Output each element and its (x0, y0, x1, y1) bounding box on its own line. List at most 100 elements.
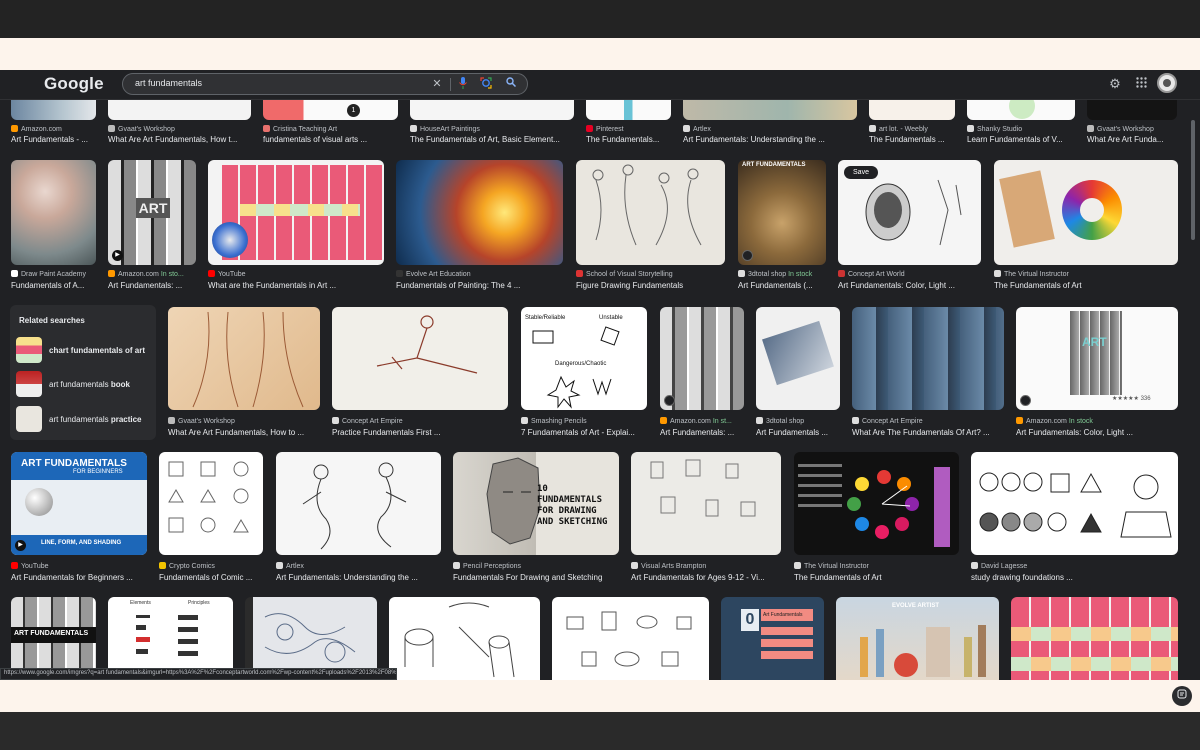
image-result[interactable]: Artlex Art Fundamentals: Understanding t… (276, 452, 441, 587)
image-result[interactable]: Crypto Comics Fundamentals of Comic ... (159, 452, 263, 587)
result-thumbnail[interactable]: 0 Art Fundamentals (721, 597, 824, 680)
google-logo[interactable]: Google (44, 74, 104, 94)
image-result[interactable]: Gvaat's Workshop What Are Art Funda... (1087, 100, 1177, 150)
image-result[interactable]: Gvaat's Workshop What Are Art Fundamenta… (168, 307, 320, 442)
result-thumbnail[interactable]: EVOLVE ARTIST (836, 597, 999, 680)
result-title[interactable]: Art Fundamentals: Understanding the ... (683, 135, 857, 144)
search-input[interactable]: art fundamentals (135, 78, 202, 88)
result-title[interactable]: What Are The Fundamentals Of Art? ... (852, 428, 1004, 437)
result-title[interactable]: Figure Drawing Fundamentals (576, 281, 725, 290)
lens-icon[interactable] (479, 77, 493, 91)
image-result[interactable]: Draw Paint Academy Fundamentals of A... (11, 160, 96, 290)
image-result[interactable]: Concept Art Empire What Are The Fundamen… (852, 307, 1004, 442)
result-thumbnail[interactable] (586, 100, 671, 120)
save-button[interactable]: Save (844, 166, 878, 179)
result-title[interactable]: Fundamentals of A... (11, 281, 96, 290)
result-thumbnail[interactable]: 10 FUNDAMENTALS FOR DRAWING AND SKETCHIN… (453, 452, 619, 555)
related-search-item[interactable]: art fundamentals practice (16, 406, 152, 432)
image-result[interactable]: 0 Art Fundamentals (721, 597, 824, 680)
result-title[interactable]: Art Fundamentals ... (756, 428, 840, 437)
mic-icon[interactable] (456, 77, 470, 91)
result-title[interactable]: The Fundamentals of Art (994, 281, 1178, 290)
result-thumbnail[interactable] (631, 452, 781, 555)
result-title[interactable]: Art Fundamentals - ... (11, 135, 96, 144)
image-result[interactable]: The Virtual Instructor The Fundamentals … (994, 160, 1178, 290)
result-title[interactable]: Fundamentals of Comic ... (159, 573, 263, 582)
result-title[interactable]: Art Fundamentals: Color, Light ... (1016, 428, 1178, 437)
visual-search-fab-icon[interactable] (1172, 686, 1192, 706)
image-result[interactable]: art lot. - Weebly The Fundamentals ... (869, 100, 955, 150)
result-thumbnail[interactable] (108, 100, 251, 120)
image-result[interactable]: Evolve Art Education Fundamentals of Pai… (396, 160, 563, 290)
image-result[interactable]: Amazon.com In st... Art Fundamentals: ..… (660, 307, 744, 442)
result-title[interactable]: Learn Fundamentals of V... (967, 135, 1075, 144)
result-title[interactable]: Art Fundamentals: ... (660, 428, 744, 437)
result-thumbnail[interactable]: ART FUNDAMENTALS (738, 160, 826, 265)
image-result[interactable] (1011, 597, 1178, 680)
result-title[interactable]: What Are Art Fundamentals, How t... (108, 135, 251, 144)
image-result[interactable]: ART ★★★★★ 336 Amazon.com In stock Art Fu… (1016, 307, 1178, 442)
result-title[interactable]: What Are Art Funda... (1087, 135, 1177, 144)
image-result[interactable]: David Lagesse study drawing foundations … (971, 452, 1178, 587)
search-box[interactable]: art fundamentals ✕ (122, 73, 528, 95)
image-result[interactable]: EVOLVE ARTIST (836, 597, 999, 680)
result-title[interactable]: Art Fundamentals for Beginners ... (11, 573, 147, 582)
image-result[interactable]: The Virtual Instructor The Fundamentals … (794, 452, 959, 587)
result-thumbnail[interactable] (869, 100, 955, 120)
result-thumbnail[interactable]: 1 (263, 100, 398, 120)
image-result[interactable]: Artlex Art Fundamentals: Understanding t… (683, 100, 857, 150)
result-thumbnail[interactable] (410, 100, 574, 120)
result-thumbnail[interactable] (11, 100, 96, 120)
image-result[interactable]: Visual Arts Brampton Art Fundamentals fo… (631, 452, 781, 587)
result-thumbnail[interactable] (660, 307, 744, 410)
image-result[interactable]: 1 Cristina Teaching Art fundamentals of … (263, 100, 398, 150)
result-title[interactable]: Fundamentals of Painting: The 4 ... (396, 281, 563, 290)
result-title[interactable]: 7 Fundamentals of Art - Explai... (521, 428, 647, 437)
image-result[interactable]: Shanky Studio Learn Fundamentals of V... (967, 100, 1075, 150)
result-thumbnail[interactable] (971, 452, 1178, 555)
image-result[interactable]: ART ▶ Amazon.com In sto... Art Fundament… (108, 160, 196, 290)
scrollbar[interactable] (1190, 100, 1196, 680)
result-title[interactable]: What are the Fundamentals in Art ... (208, 281, 384, 290)
image-result[interactable] (552, 597, 709, 680)
result-title[interactable]: fundamentals of visual arts ... (263, 135, 398, 144)
result-thumbnail[interactable] (576, 160, 725, 265)
image-result[interactable]: ART FUNDAMENTALS FOR BEGINNERS LINE, FOR… (11, 452, 147, 587)
result-title[interactable]: The Fundamentals of Art (794, 573, 959, 582)
result-thumbnail[interactable] (332, 307, 508, 410)
result-thumbnail[interactable] (552, 597, 709, 680)
result-title[interactable]: Art Fundamentals: Color, Light ... (838, 281, 981, 290)
image-result[interactable]: ART FUNDAMENTALS 3dtotal shop In stock A… (738, 160, 826, 290)
close-icon[interactable]: ✕ (430, 77, 444, 91)
result-thumbnail[interactable] (396, 160, 563, 265)
result-title[interactable]: Art Fundamentals: Understanding the ... (276, 573, 441, 582)
result-thumbnail[interactable] (794, 452, 959, 555)
result-thumbnail[interactable] (967, 100, 1075, 120)
search-icon[interactable] (504, 77, 518, 91)
image-result[interactable]: Stable/Reliable Unstable Dangerous/Chaot… (521, 307, 647, 442)
result-thumbnail[interactable] (683, 100, 857, 120)
result-thumbnail[interactable] (276, 452, 441, 555)
result-title[interactable]: Art Fundamentals: ... (108, 281, 196, 290)
image-result[interactable] (389, 597, 540, 680)
result-thumbnail[interactable]: ART FUNDAMENTALS FOR BEGINNERS LINE, FOR… (11, 452, 147, 555)
related-search-item[interactable]: art fundamentals book (16, 371, 152, 397)
result-thumbnail[interactable] (11, 160, 96, 265)
result-thumbnail[interactable] (756, 307, 840, 410)
related-search-item[interactable]: chart fundamentals of art (16, 337, 152, 363)
image-result[interactable]: Gvaat's Workshop What Are Art Fundamenta… (108, 100, 251, 150)
gear-icon[interactable]: ⚙ (1107, 76, 1123, 92)
result-title[interactable]: Fundamentals For Drawing and Sketching (453, 573, 619, 582)
result-title[interactable]: The Fundamentals... (586, 135, 671, 144)
image-result[interactable]: Amazon.com Art Fundamentals - ... (11, 100, 96, 150)
result-thumbnail[interactable] (1087, 100, 1177, 120)
result-thumbnail[interactable] (1011, 597, 1178, 680)
image-result[interactable]: HouseArt Paintings The Fundamentals of A… (410, 100, 574, 150)
result-title[interactable]: study drawing foundations ... (971, 573, 1178, 582)
result-thumbnail[interactable]: ART ▶ (108, 160, 196, 265)
result-thumbnail[interactable] (389, 597, 540, 680)
result-thumbnail[interactable] (208, 160, 384, 265)
image-result[interactable]: 10 FUNDAMENTALS FOR DRAWING AND SKETCHIN… (453, 452, 619, 587)
image-result[interactable]: Pinterest The Fundamentals... (586, 100, 671, 150)
result-thumbnail[interactable] (994, 160, 1178, 265)
